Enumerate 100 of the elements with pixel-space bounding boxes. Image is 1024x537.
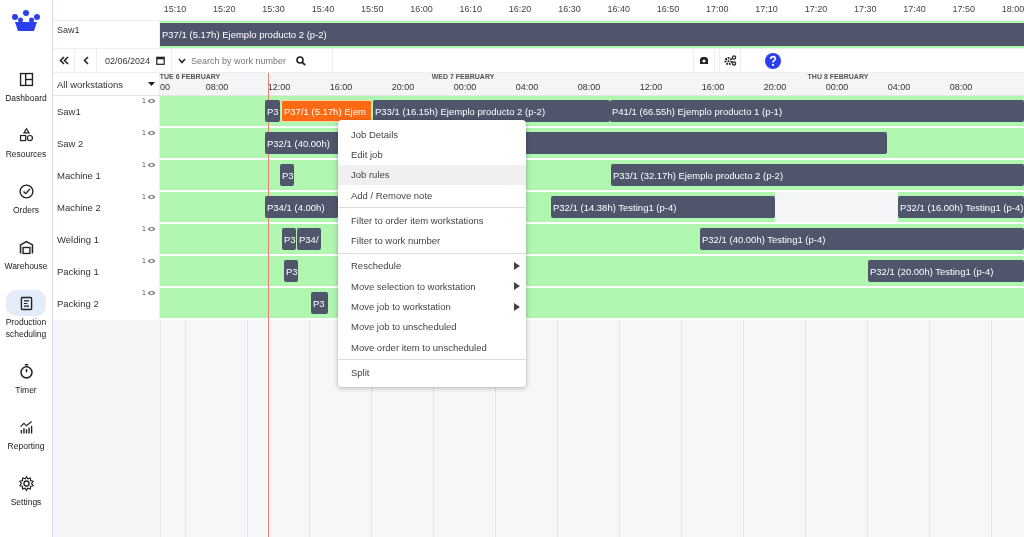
crown-logo — [11, 10, 41, 32]
job-bar[interactable]: P34/1 (4.00h) — [265, 196, 338, 218]
menu-item[interactable]: Filter to order item workstations — [338, 210, 526, 231]
time-label: 16:30 — [558, 4, 581, 14]
job-label: P3 — [266, 105, 280, 117]
job-label: P3 — [281, 169, 294, 181]
time-label: 16:00 — [410, 4, 433, 14]
job-label: P32/1 (40.00h) — [266, 137, 331, 149]
search-icon — [296, 55, 307, 66]
snapshot-button[interactable] — [693, 49, 716, 72]
submenu-arrow-icon — [514, 282, 520, 291]
job-bar[interactable]: P33/1 (32.17h) Ejemplo producto 2 (p-2) — [611, 164, 1024, 186]
job-bar[interactable]: P3 — [280, 164, 294, 186]
workstation-filter-dropdown[interactable]: All workstations — [53, 73, 160, 95]
time-label: 15:40 — [311, 4, 335, 14]
nav-item[interactable]: Resources — [4, 118, 48, 164]
menu-item[interactable]: Filter to work number — [338, 230, 526, 251]
nav-item[interactable]: Settings — [4, 466, 48, 512]
hour-label: 00:00 — [825, 82, 849, 92]
hour-label: 20:00 — [763, 82, 787, 92]
job-label: P32/1 (14.38h) Testing1 (p-4) — [552, 201, 678, 213]
menu-item[interactable]: Move order item to unscheduled — [338, 336, 526, 358]
nav-item[interactable]: Orders — [4, 174, 48, 220]
job-bar[interactable]: P32/1 (14.38h) Testing1 (p-4) — [551, 196, 775, 218]
nav-item[interactable]: Reporting — [4, 410, 48, 456]
help-icon[interactable] — [765, 52, 782, 69]
time-label: 15:10 — [163, 4, 187, 14]
job-bar[interactable]: P37/1 (5.17h) Ejemplo producto 2 (p-2) — [160, 23, 1024, 46]
eye-icon[interactable] — [147, 290, 156, 296]
time-label: 16:10 — [459, 4, 483, 14]
hour-label: 20:00 — [391, 82, 415, 92]
job-bar[interactable]: P32/1 (20.00h) Testing1 (p-4) — [868, 260, 1024, 282]
hour-label: 08:00 — [577, 82, 601, 92]
nav-item[interactable]: Timer — [4, 354, 48, 400]
job-bar[interactable]: P41/1 (66.55h) Ejemplo producto 1 (p-1) — [610, 100, 1024, 122]
eye-icon[interactable] — [147, 194, 156, 200]
menu-item[interactable]: Job rules — [338, 164, 526, 185]
job-label: P37/1 (5.17h) Ejemplo producto 2 (p-2) — [161, 29, 328, 40]
job-bar[interactable]: P3 — [265, 100, 280, 122]
job-bar[interactable]: P3 — [284, 260, 298, 282]
hour-label: 08:00 — [949, 82, 973, 92]
time-label: 17:30 — [853, 4, 877, 14]
job-label: P3 — [285, 265, 298, 277]
shapes-icon — [17, 126, 35, 144]
menu-item[interactable]: Add / Remove note — [338, 184, 526, 206]
eye-icon[interactable] — [147, 162, 156, 168]
submenu-arrow-icon — [514, 302, 520, 311]
nav-item[interactable]: Warehouse — [4, 230, 48, 276]
job-label: P33/1 (16.15h) Ejemplo producto 2 (p-2) — [374, 105, 547, 117]
chart-icon — [17, 418, 35, 436]
time-label: 16:50 — [656, 4, 680, 14]
time-label: 16:40 — [607, 4, 630, 14]
caret-icon — [148, 82, 155, 86]
time-label: 15:50 — [360, 4, 384, 14]
hour-label: 08:00 — [205, 82, 229, 92]
hour-label: 12:00 — [267, 82, 291, 92]
chevron-down-icon[interactable] — [178, 57, 187, 64]
camera-icon — [699, 56, 710, 65]
job-bar[interactable]: P32/1 (16.00h) Testing1 (p-4) — [898, 196, 1024, 218]
warehouse-icon — [17, 238, 35, 256]
time-label: 17:20 — [804, 4, 828, 14]
time-label: 17:10 — [755, 4, 778, 14]
dashboard-icon — [17, 70, 35, 88]
stopwatch-icon — [17, 362, 35, 380]
job-label: P41/1 (66.55h) Ejemplo producto 1 (p-1) — [611, 105, 784, 117]
workstation-name: Packing 1 — [57, 265, 99, 277]
workstation-name: Packing 2 — [57, 297, 99, 309]
eye-icon[interactable] — [147, 226, 156, 232]
job-label: P3 — [283, 233, 296, 245]
job-bar[interactable]: P33/1 (16.15h) Ejemplo producto 2 (p-2) — [373, 100, 610, 122]
gears-icon — [723, 55, 737, 66]
hour-label: 16:00 — [701, 82, 725, 92]
calendar-icon — [156, 56, 166, 65]
time-label: 15:20 — [213, 4, 236, 14]
double-chevron-left-icon — [58, 56, 69, 65]
hour-label: 04:00 — [515, 82, 539, 92]
job-label: P3 — [312, 297, 326, 309]
job-bar[interactable]: P34/ — [297, 228, 321, 250]
workstation-name: Machine 2 — [57, 201, 101, 213]
menu-item[interactable]: Move job to workstation — [338, 296, 526, 317]
menu-item[interactable]: Move selection to workstation — [338, 276, 526, 297]
eye-icon[interactable] — [147, 98, 156, 104]
job-label: P34/1 (4.00h) — [266, 201, 326, 213]
menu-item[interactable]: Move job to unscheduled — [338, 316, 526, 337]
nav-item[interactable]: Dashboard — [4, 62, 48, 108]
hour-label: 12:00 — [639, 82, 663, 92]
eye-icon[interactable] — [147, 130, 156, 136]
nav-item[interactable]: Production scheduling — [4, 286, 48, 344]
job-bar[interactable]: P3 — [311, 292, 328, 314]
eye-icon[interactable] — [147, 258, 156, 264]
date-field[interactable]: 02/06/2024 — [97, 49, 173, 72]
time-label: 17:50 — [952, 4, 976, 14]
settings-button[interactable] — [719, 49, 742, 72]
job-label: P33/1 (32.17h) Ejemplo producto 2 (p-2) — [612, 169, 785, 181]
menu-item[interactable]: Reschedule — [338, 255, 526, 277]
workstation-name: Welding 1 — [57, 233, 100, 245]
job-bar[interactable]: P3 — [282, 228, 296, 250]
time-label: 17:40 — [903, 4, 926, 14]
job-bar[interactable]: P32/1 (40.00h) Testing1 (p-4) — [700, 228, 1024, 250]
menu-item[interactable]: Split — [338, 362, 526, 383]
